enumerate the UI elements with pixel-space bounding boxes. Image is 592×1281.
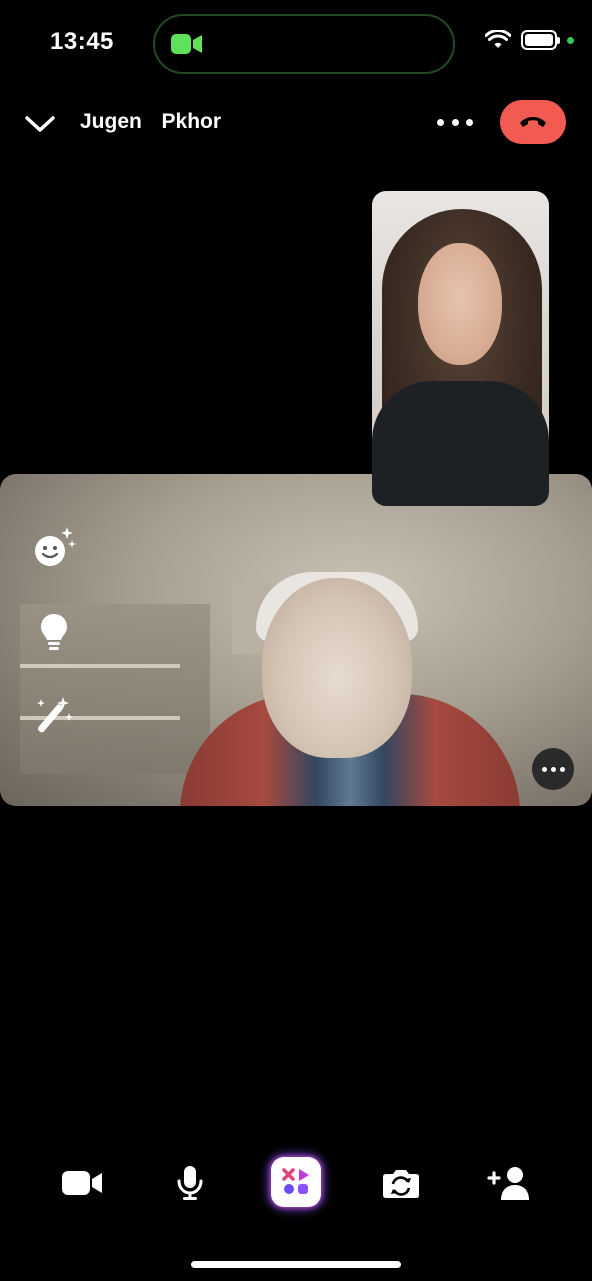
add-person-button[interactable] [485,1158,535,1208]
dot [550,766,556,772]
magic-wand-button[interactable] [30,692,78,740]
dot [437,118,444,126]
flip-camera-button[interactable] [376,1158,426,1208]
dot [559,766,565,772]
status-time: 13:45 [50,28,114,55]
magic-wand-icon [37,697,73,733]
effects-apps-button[interactable] [271,1157,321,1207]
home-indicator[interactable] [191,1261,401,1268]
video-camera-icon [62,1171,102,1195]
dot [451,118,459,126]
facetime-video-icon [171,34,202,54]
microphone-icon [177,1166,203,1200]
face-effects-button[interactable] [30,524,78,572]
dynamic-island[interactable] [153,14,455,74]
remote-person-face [262,578,412,758]
self-person-body [372,381,549,506]
battery-level [525,34,553,46]
dot [541,766,547,772]
more-options-button[interactable] [437,110,473,134]
microphone-button[interactable] [165,1158,215,1208]
lightbulb-button[interactable] [30,608,78,656]
camera-in-use-dot [567,36,574,44]
add-person-icon [487,1167,529,1200]
remote-video[interactable] [0,474,592,806]
effects-apps-icon [282,1168,309,1194]
shelf-line [20,664,180,668]
self-video-preview[interactable] [372,191,549,506]
wifi-icon [485,30,511,48]
dot [466,118,473,126]
video-more-button[interactable] [532,748,574,790]
status-icons [485,30,574,50]
lightbulb-icon [41,614,67,650]
face-effects-icon [35,527,76,566]
phone-hangup-icon [520,117,546,127]
battery-icon [521,30,560,50]
chevron-down-icon[interactable] [24,108,56,138]
self-person-face [418,243,502,365]
flip-camera-icon [383,1170,419,1198]
caller-name: Jugen Pkhor [80,110,222,133]
end-call-button[interactable] [500,100,566,144]
camera-toggle-button[interactable] [57,1158,107,1208]
